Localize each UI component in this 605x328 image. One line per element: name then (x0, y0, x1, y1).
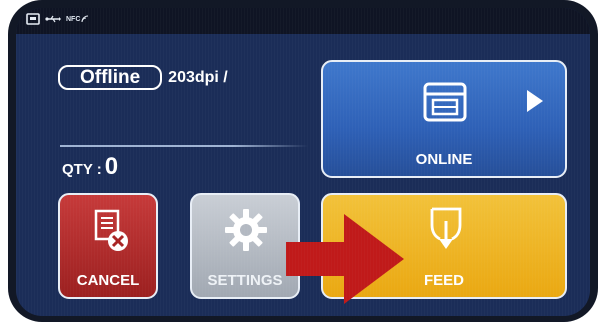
quantity-display: QTY : 0 (62, 153, 118, 181)
status-badge: Offline (58, 65, 163, 90)
sd-card-icon (26, 13, 40, 25)
nfc-icon: NFC (66, 15, 89, 23)
qty-label: QTY : (62, 161, 102, 178)
gear-icon (225, 209, 267, 251)
paper-feed-icon (430, 207, 462, 249)
nfc-label: NFC (66, 15, 81, 23)
settings-label: SETTINGS (207, 272, 283, 289)
printer-icon (423, 82, 467, 122)
cancel-label: CANCEL (76, 272, 140, 289)
red-arrow-annotation (286, 214, 404, 304)
settings-button[interactable]: SETTINGS (190, 193, 300, 299)
status-bar: NFC (16, 8, 590, 34)
usb-icon (45, 14, 61, 24)
online-label: ONLINE (415, 151, 473, 168)
feed-label: FEED (423, 272, 464, 289)
cancel-button[interactable]: CANCEL (58, 193, 158, 299)
document-cancel-icon (94, 209, 128, 251)
resolution-text: 203dpi / (168, 68, 228, 86)
play-icon (527, 90, 543, 112)
printer-status-row: Offline 203dpi / (58, 65, 228, 90)
qty-value: 0 (104, 153, 119, 180)
online-button[interactable]: ONLINE (321, 60, 567, 178)
printer-screen: NFC Offline 203dpi / QTY : 0 ONLINE CANC… (16, 8, 590, 316)
qty-divider (60, 145, 308, 147)
